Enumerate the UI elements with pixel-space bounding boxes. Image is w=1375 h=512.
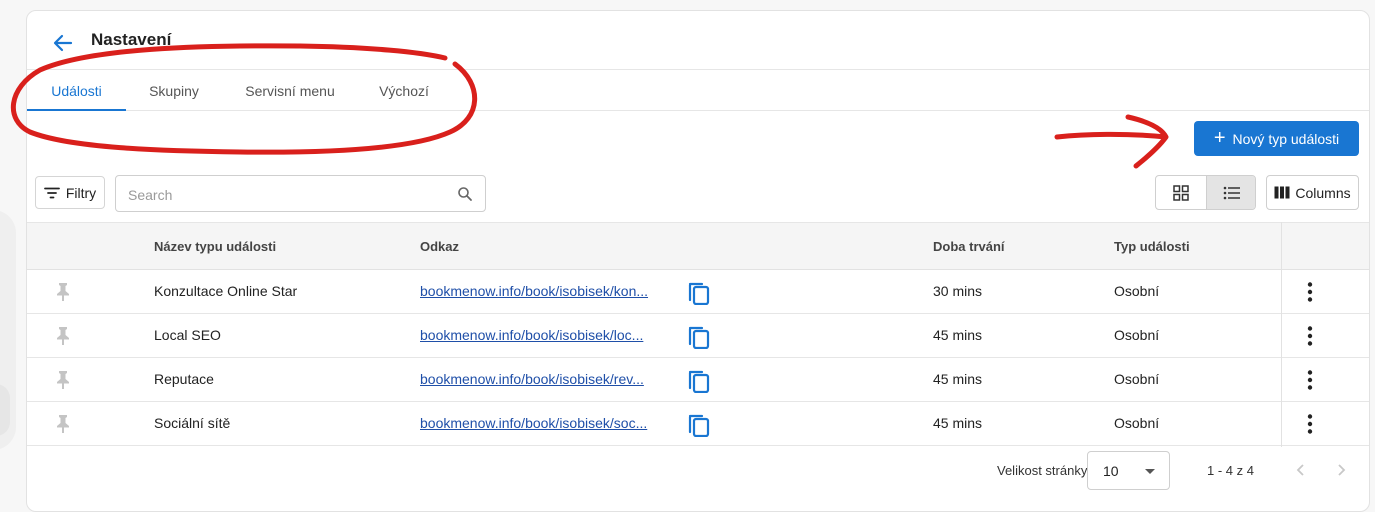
caret-down-icon [1145,469,1155,474]
arrow-left-icon [53,34,73,52]
event-type: Osobní [1114,415,1160,431]
page-size-label: Velikost stránky [997,463,1088,478]
pin-icon[interactable] [54,414,72,434]
tab-udalosti[interactable]: Události [27,70,126,111]
filter-label: Filtry [65,184,97,201]
list-view-icon [1223,186,1240,199]
event-link[interactable]: bookmenow.info/book/isobisek/rev... [420,357,644,401]
event-link[interactable]: bookmenow.info/book/isobisek/kon... [420,269,648,313]
page-header: Nastavení [27,11,1369,70]
event-duration: 30 mins [933,283,983,299]
more-vertical-icon[interactable] [1303,413,1317,435]
new-event-type-button[interactable]: + Nový typ události [1194,121,1359,156]
column-header-name[interactable]: Název typu události [154,223,276,269]
event-type: Osobní [1114,371,1160,387]
table-row[interactable]: Sociální sítě bookmenow.info/book/isobis… [27,401,1369,446]
page-size-select[interactable]: 10 [1087,451,1170,490]
grid-view-icon [1173,184,1189,201]
page-title: Nastavení [91,30,172,49]
pin-icon[interactable] [54,370,72,390]
settings-card: Nastavení Události Skupiny Servisní menu… [26,10,1370,512]
tab-servisni-menu[interactable]: Servisní menu [235,70,345,110]
columns-icon [1274,186,1290,199]
event-duration: 45 mins [933,415,983,431]
event-name: Local SEO [154,327,221,343]
copy-icon[interactable] [688,369,710,393]
new-event-type-label: Nový typ události [1232,130,1340,147]
pin-icon[interactable] [54,326,72,346]
background-shape [0,384,10,436]
event-name: Sociální sítě [154,415,231,431]
event-link[interactable]: bookmenow.info/book/isobisek/soc... [420,401,647,445]
table-row[interactable]: Reputace bookmenow.info/book/isobisek/re… [27,357,1369,402]
event-link[interactable]: bookmenow.info/book/isobisek/loc... [420,313,643,357]
column-header-duration[interactable]: Doba trvání [933,223,1005,269]
event-type: Osobní [1114,283,1160,299]
event-type: Osobní [1114,327,1160,343]
chevron-left-icon[interactable] [1295,463,1307,477]
tab-vychozi[interactable]: Výchozí [367,70,441,110]
event-duration: 45 mins [933,371,983,387]
filter-icon [43,187,60,198]
pagination-range: 1 - 4 z 4 [1207,463,1254,478]
search-icon[interactable] [457,186,473,202]
search-input[interactable] [126,184,450,206]
table-row[interactable]: Konzultace Online Star bookmenow.info/bo… [27,269,1369,314]
column-divider [1281,222,1282,447]
event-duration: 45 mins [933,327,983,343]
tab-bar: Události Skupiny Servisní menu Výchozí [27,70,1369,111]
more-vertical-icon[interactable] [1303,325,1317,347]
column-header-link[interactable]: Odkaz [420,223,459,269]
back-button[interactable] [51,32,75,54]
grid-view-button[interactable] [1156,176,1206,209]
view-toggle [1155,175,1256,210]
copy-icon[interactable] [688,281,710,305]
column-header-type[interactable]: Typ události [1114,223,1190,269]
table-row[interactable]: Local SEO bookmenow.info/book/isobisek/l… [27,313,1369,358]
more-vertical-icon[interactable] [1303,369,1317,391]
filter-button[interactable]: Filtry [35,176,105,209]
chevron-right-icon[interactable] [1335,463,1347,477]
columns-button[interactable]: Columns [1266,175,1359,210]
tab-skupiny[interactable]: Skupiny [135,70,213,110]
more-vertical-icon[interactable] [1303,281,1317,303]
list-view-button[interactable] [1206,176,1255,209]
event-name: Reputace [154,371,214,387]
table-header: Název typu události Odkaz Doba trvání Ty… [27,222,1369,270]
columns-label: Columns [1295,184,1351,201]
copy-icon[interactable] [688,413,710,437]
event-name: Konzultace Online Star [154,283,298,299]
plus-icon: + [1213,126,1226,149]
pin-icon[interactable] [54,282,72,302]
page-size-value: 10 [1103,463,1119,479]
copy-icon[interactable] [688,325,710,349]
search-field [115,175,486,212]
